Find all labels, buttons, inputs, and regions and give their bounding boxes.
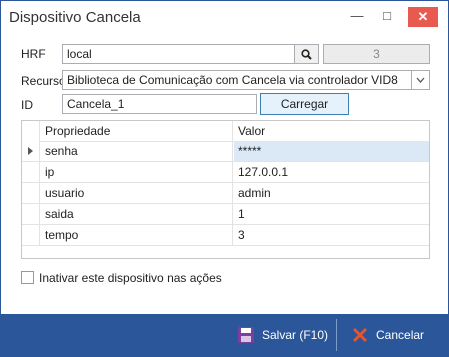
- row-indicator: [22, 162, 40, 182]
- cell-value[interactable]: 3: [234, 225, 429, 245]
- footer-bar: Salvar (F10) Cancelar: [1, 314, 448, 356]
- search-icon: [301, 49, 312, 60]
- grid-header: Propriedade Valor: [22, 121, 429, 142]
- id-label: ID: [21, 98, 33, 112]
- cell-property[interactable]: saida: [41, 204, 233, 224]
- properties-grid: Propriedade Valor senha ***** ip 127.0.0…: [21, 120, 430, 259]
- recurso-select[interactable]: Biblioteca de Comunicação com Cancela vi…: [62, 70, 412, 90]
- column-header-propriedade[interactable]: Propriedade: [41, 121, 233, 141]
- search-button[interactable]: [294, 44, 319, 64]
- close-icon: [352, 327, 368, 343]
- table-row[interactable]: usuario admin: [22, 183, 429, 204]
- cell-property[interactable]: tempo: [41, 225, 233, 245]
- inativar-checkbox[interactable]: [21, 271, 34, 284]
- inativar-label[interactable]: Inativar este dispositivo nas ações: [39, 271, 222, 285]
- carregar-button[interactable]: Carregar: [260, 93, 349, 115]
- recurso-label: Recurso: [21, 74, 66, 88]
- table-row[interactable]: saida 1: [22, 204, 429, 225]
- cell-value[interactable]: *****: [234, 141, 429, 161]
- close-button[interactable]: ✕: [408, 7, 438, 27]
- hrf-label: HRF: [21, 47, 46, 61]
- cell-property[interactable]: senha: [41, 141, 233, 161]
- dialog-window: Dispositivo Cancela — □ ✕ HRF local 3 Re…: [0, 0, 449, 357]
- maximize-button[interactable]: □: [375, 7, 399, 25]
- cell-value[interactable]: admin: [234, 183, 429, 203]
- hrf-counter-button[interactable]: 3: [323, 44, 430, 64]
- cell-value[interactable]: 127.0.0.1: [234, 162, 429, 182]
- table-row[interactable]: tempo 3: [22, 225, 429, 246]
- table-row[interactable]: senha *****: [22, 141, 429, 162]
- cell-property[interactable]: usuario: [41, 183, 233, 203]
- cell-property[interactable]: ip: [41, 162, 233, 182]
- title-bar: Dispositivo Cancela — □ ✕: [1, 1, 448, 35]
- minimize-button[interactable]: —: [345, 7, 369, 25]
- footer-divider: [336, 319, 337, 351]
- grid-header-corner: [22, 121, 40, 141]
- column-header-valor[interactable]: Valor: [234, 121, 429, 141]
- salvar-button[interactable]: Salvar (F10): [237, 314, 331, 356]
- cancelar-label: Cancelar: [376, 328, 425, 342]
- row-pointer-icon: [28, 147, 33, 155]
- table-row[interactable]: ip 127.0.0.1: [22, 162, 429, 183]
- save-icon: [238, 327, 254, 343]
- salvar-label: Salvar (F10): [262, 328, 329, 342]
- cancelar-button[interactable]: Cancelar: [352, 314, 432, 356]
- row-indicator: [22, 141, 40, 161]
- cell-value[interactable]: 1: [234, 204, 429, 224]
- row-indicator: [22, 204, 40, 224]
- chevron-down-icon: [416, 77, 425, 83]
- row-indicator: [22, 225, 40, 245]
- row-indicator: [22, 183, 40, 203]
- hrf-input[interactable]: local: [62, 44, 295, 64]
- id-input[interactable]: Cancela_1: [62, 94, 257, 114]
- recurso-dropdown-button[interactable]: [411, 70, 430, 90]
- window-title: Dispositivo Cancela: [9, 9, 141, 26]
